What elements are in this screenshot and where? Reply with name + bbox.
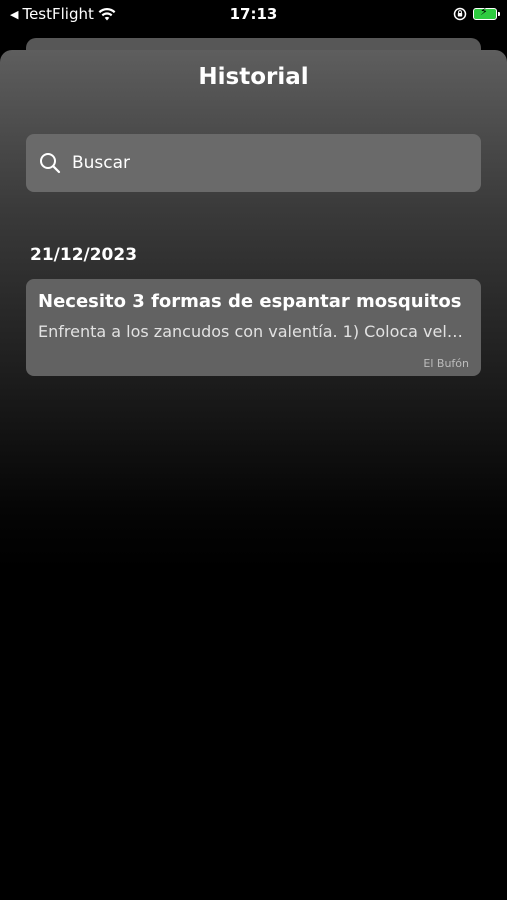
history-item-preview: Enfrenta a los zancudos con valentía. 1)…: [38, 322, 469, 341]
page-title: Historial: [198, 64, 309, 90]
history-item[interactable]: Necesito 3 formas de espantar mosquitos …: [26, 279, 481, 376]
history-item-author: El Bufón: [423, 357, 469, 370]
back-app-label: TestFlight: [22, 5, 94, 23]
status-bar: ◀ TestFlight 17:13 ⚡: [0, 0, 507, 28]
history-sheet: Historial 21/12/2023 Necesito 3 formas d…: [0, 50, 507, 900]
back-arrow-icon: ◀: [10, 7, 19, 21]
history-item-title: Necesito 3 formas de espantar mosquitos: [38, 291, 462, 312]
history-date-header: 21/12/2023: [30, 245, 138, 265]
battery-icon: ⚡: [473, 5, 500, 20]
search-bar[interactable]: [26, 134, 481, 192]
wifi-icon: [98, 7, 116, 21]
charging-bolt-icon: ⚡: [480, 5, 488, 18]
back-to-app[interactable]: ◀ TestFlight: [10, 5, 116, 23]
orientation-lock-icon: [453, 7, 467, 21]
search-icon: [40, 153, 61, 174]
search-input[interactable]: [70, 152, 454, 174]
screen: ◀ TestFlight 17:13 ⚡ Historial Buscar 21…: [0, 0, 507, 900]
status-right: ⚡: [453, 5, 500, 21]
